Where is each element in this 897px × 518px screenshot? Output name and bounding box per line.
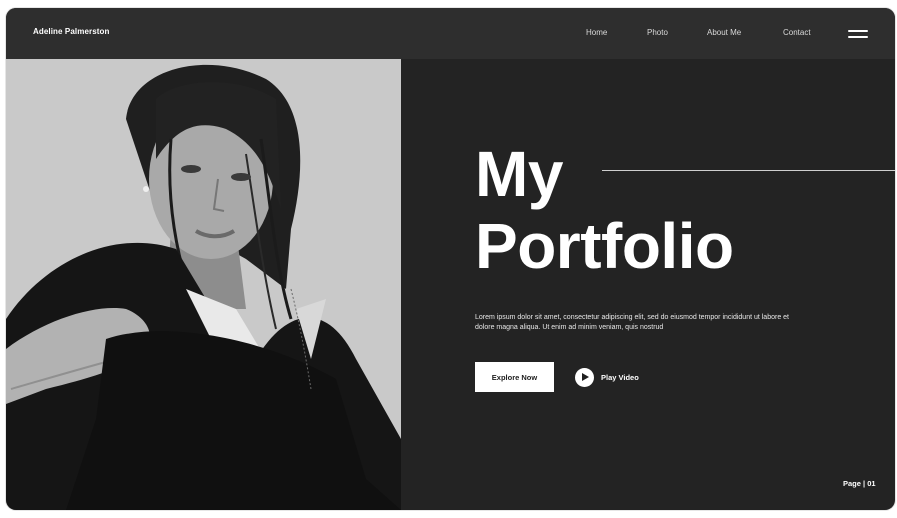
- nav-contact-link[interactable]: Contact: [783, 28, 811, 37]
- main-nav: Home Photo About Me Contact: [6, 28, 895, 42]
- portrait-photo: [6, 59, 401, 510]
- hero-title: My Portfolio: [475, 138, 734, 282]
- page-indicator: Page | 01: [843, 479, 876, 488]
- title-divider-line: [602, 170, 895, 171]
- hero-title-line-2: Portfolio: [475, 210, 734, 282]
- nav-home-link[interactable]: Home: [586, 28, 607, 37]
- menu-bar: [848, 36, 868, 38]
- hero-description: Lorem ipsum dolor sit amet, consectetur …: [475, 314, 789, 331]
- nav-about-me-link[interactable]: About Me: [707, 28, 741, 37]
- menu-bar: [848, 30, 868, 32]
- play-video-button[interactable]: Play Video: [575, 367, 639, 387]
- play-video-label[interactable]: Play Video: [601, 373, 639, 382]
- nav-photo-link[interactable]: Photo: [647, 28, 668, 37]
- hero-title-line-1: My: [475, 138, 563, 210]
- explore-now-button[interactable]: Explore Now: [475, 362, 554, 392]
- play-circle-icon[interactable]: [575, 367, 594, 387]
- portfolio-window: Adeline Palmerston Home Photo About Me C…: [6, 8, 895, 510]
- portrait-illustration: [6, 59, 401, 510]
- top-nav-bar: Adeline Palmerston Home Photo About Me C…: [6, 8, 895, 59]
- hamburger-menu-icon[interactable]: [848, 29, 868, 39]
